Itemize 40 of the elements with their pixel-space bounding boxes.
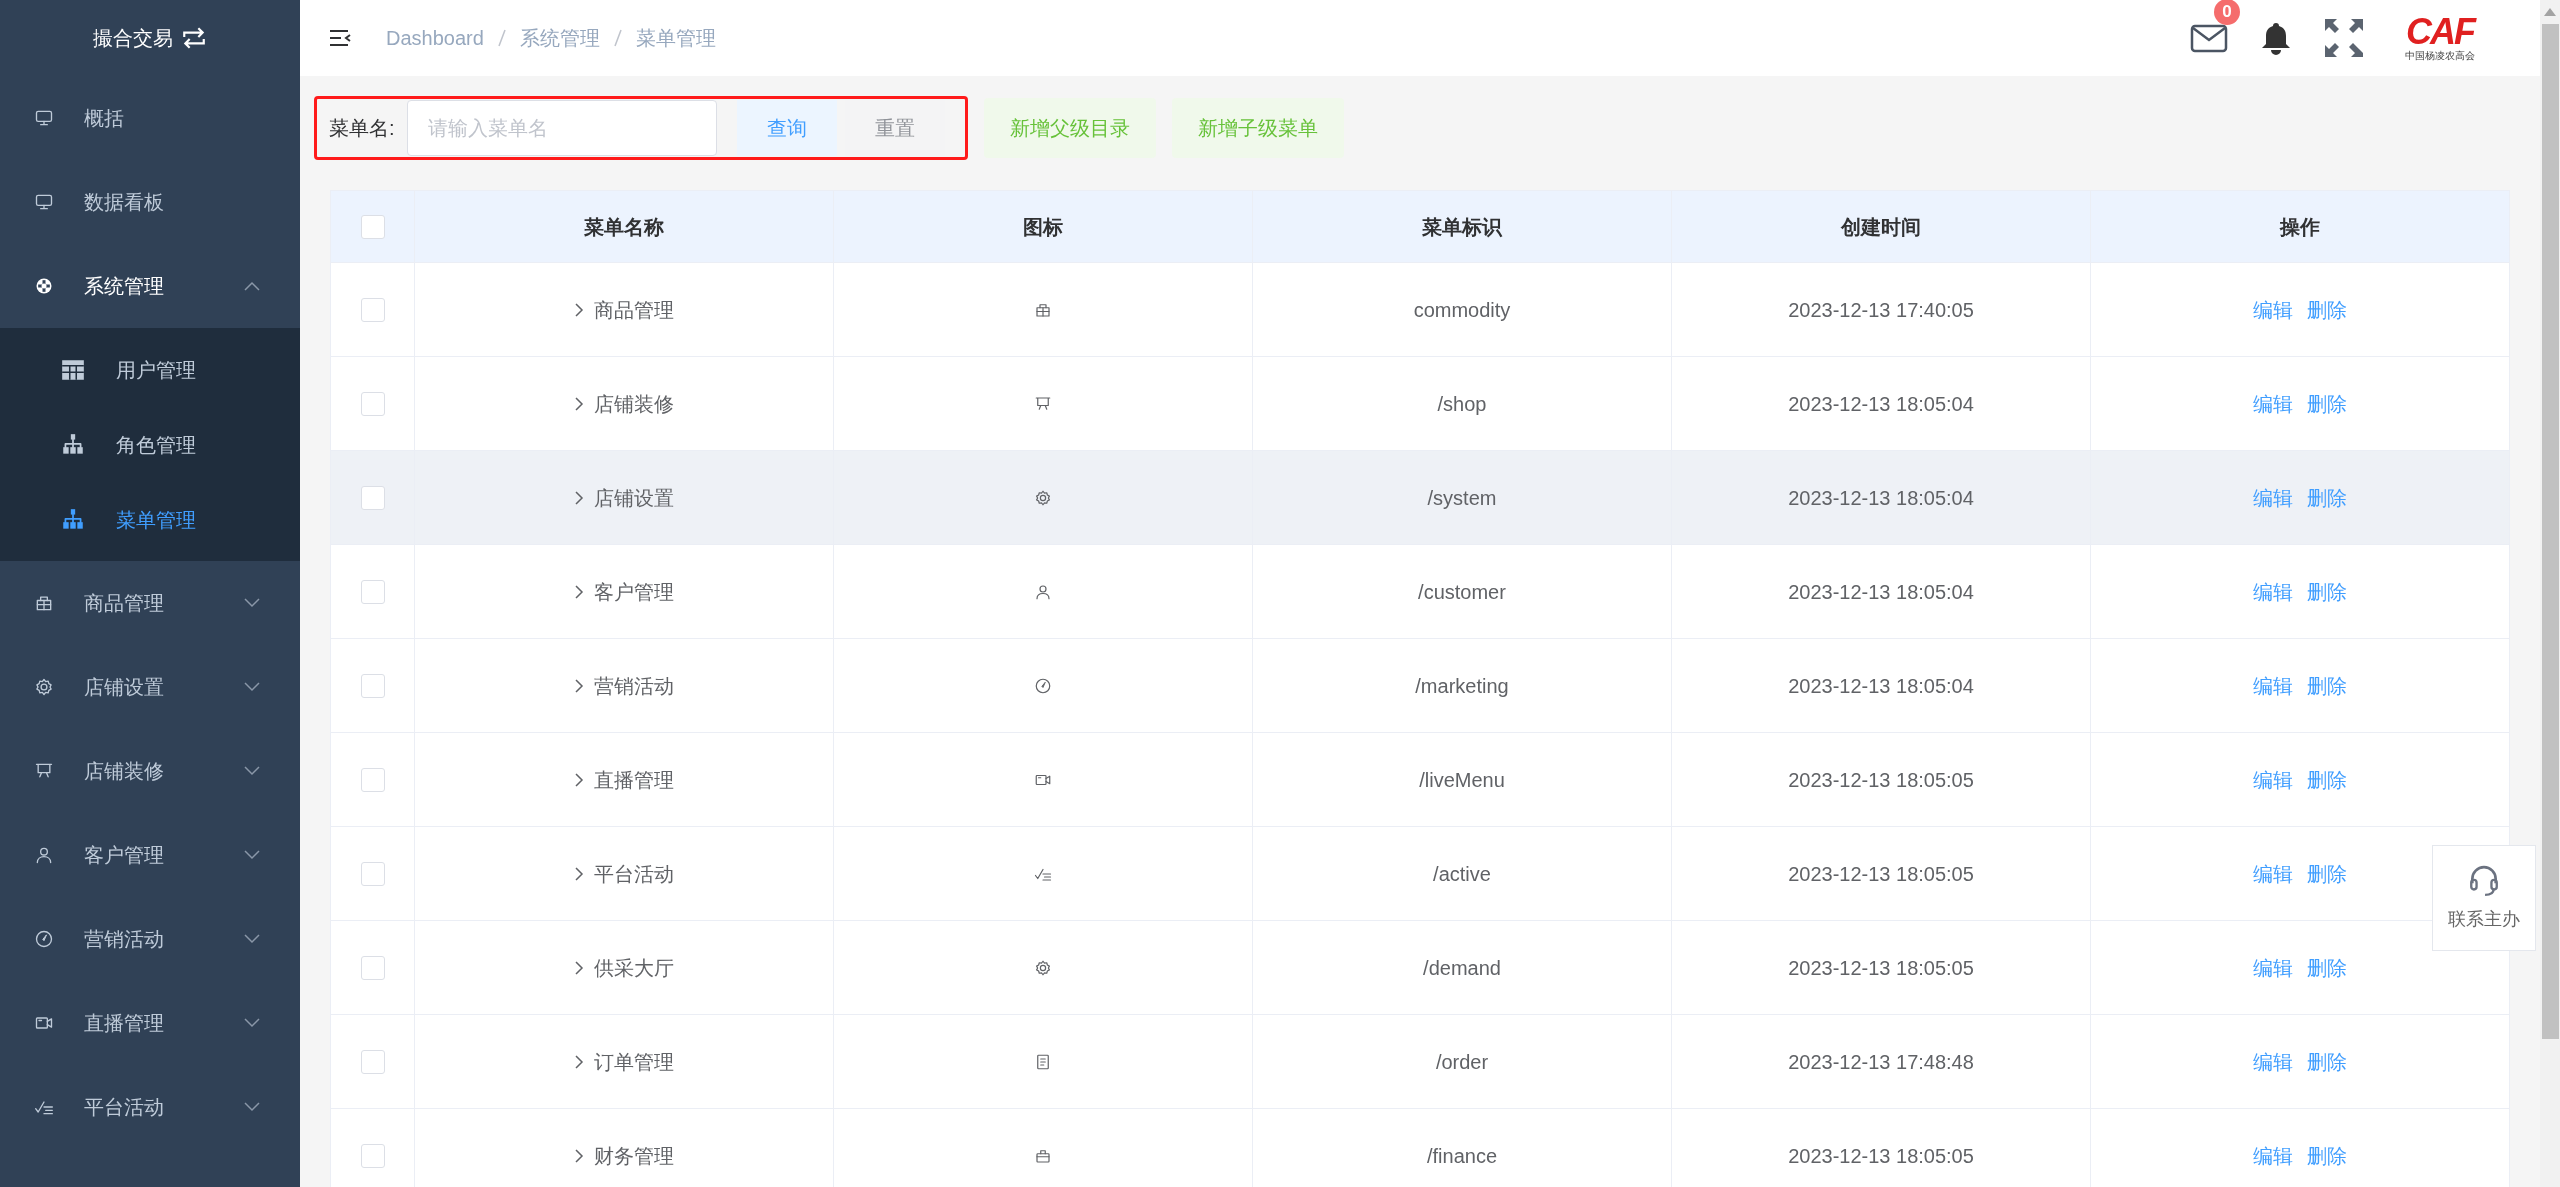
table-cell-text: 平台活动 <box>594 861 674 887</box>
table-cell-text: 2023-12-13 17:40:05 <box>1788 297 1974 323</box>
table-cell-text: 财务管理 <box>594 1143 674 1169</box>
table-cell-text: /finance <box>1426 1143 1498 1169</box>
table-cell-text: 订单管理 <box>594 1049 674 1075</box>
table-cell-text: 2023-12-13 17:48:48 <box>1788 1049 1974 1075</box>
notification-badge: 0 <box>2214 0 2240 25</box>
column-header: 操作 <box>2280 214 2320 240</box>
table-cell-text: 直播管理 <box>594 767 674 793</box>
table-cell-text: 营销活动 <box>594 673 674 699</box>
table-cell-text: /system <box>1427 485 1497 511</box>
table-cell-text: 客户管理 <box>594 579 674 605</box>
column-header: 创建时间 <box>1841 214 1921 240</box>
table-cell-text: /shop <box>1437 391 1487 417</box>
column-header: 图标 <box>1023 214 1063 240</box>
table-cell-text: /demand <box>1423 955 1501 981</box>
table-cell-text: 商品管理 <box>594 297 674 323</box>
table-cell-text: 供采大厅 <box>594 955 674 981</box>
field-label: 菜单名: <box>329 116 395 141</box>
table-cell-text: 2023-12-13 18:05:04 <box>1788 673 1974 699</box>
table-cell-text: 2023-12-13 18:05:04 <box>1788 579 1974 605</box>
caf-logo: CAF 中国杨凌农高会 <box>2404 14 2477 62</box>
table-cell-text: 店铺设置 <box>594 485 674 511</box>
column-header: 菜单名称 <box>584 214 664 240</box>
table-cell-text: 2023-12-13 18:05:05 <box>1788 767 1974 793</box>
table-cell-text: 店铺装修 <box>594 391 674 417</box>
table-cell-text: /liveMenu <box>1419 767 1505 793</box>
table-cell-text: /order <box>1435 1049 1489 1075</box>
table-cell-text: /active <box>1433 861 1491 887</box>
table-cell-text: 2023-12-13 18:05:04 <box>1788 391 1974 417</box>
table-cell-text: 2023-12-13 18:05:04 <box>1788 485 1974 511</box>
table-cell-text: /customer <box>1418 579 1506 605</box>
table-cell-text: /marketing <box>1415 673 1509 699</box>
table-cell-text: 2023-12-13 18:05:05 <box>1788 861 1974 887</box>
table-cell-text: commodity <box>1413 297 1511 323</box>
column-header: 菜单标识 <box>1422 214 1502 240</box>
table-cell-text: 2023-12-13 18:05:05 <box>1788 955 1974 981</box>
table-cell-text: 2023-12-13 18:05:05 <box>1788 1143 1974 1169</box>
app-title: 撮合交易 <box>93 26 173 51</box>
breadcrumb-item: 菜单管理 <box>635 26 716 51</box>
